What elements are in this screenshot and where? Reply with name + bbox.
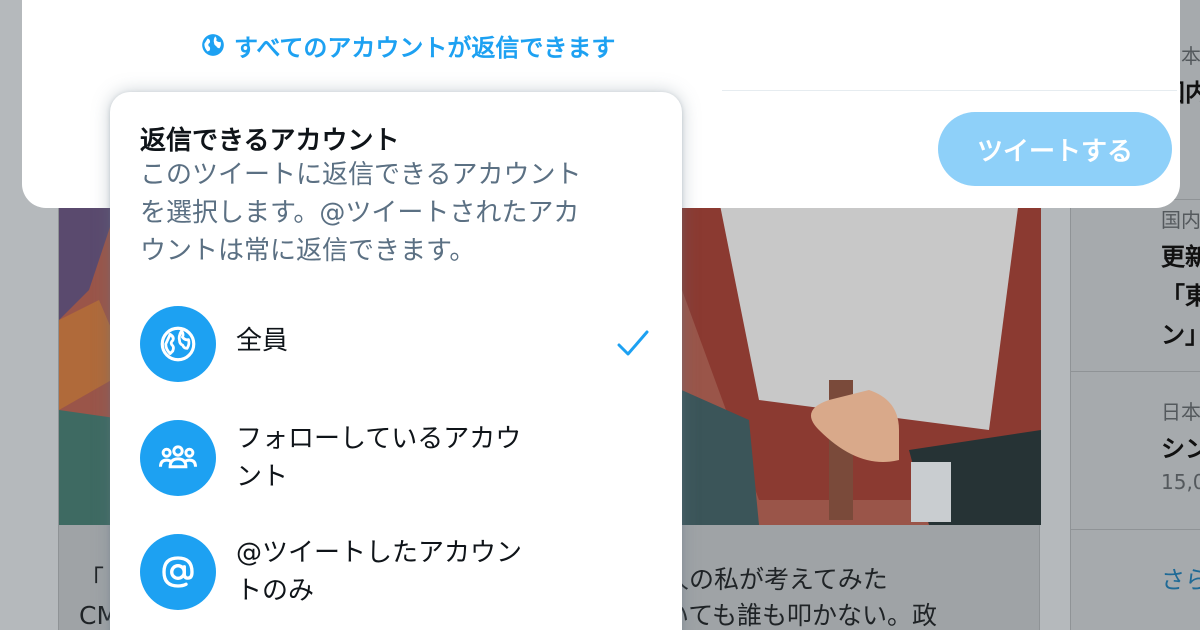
option-label-line: @ツイートしたアカウン	[236, 538, 523, 568]
tweet-button[interactable]: ツイートする	[938, 112, 1172, 186]
reply-option-following[interactable]: フォローしているアカウ ント	[110, 404, 682, 512]
description-line: このツイートに返信できるアカウント	[140, 160, 582, 190]
option-label-line: ント	[236, 462, 289, 492]
trend-item[interactable]: 国内 更新 「東 ン」	[1071, 204, 1200, 372]
feed-text-fragment: いても誰も叩かない。政	[664, 601, 938, 630]
option-label: フォローしているアカウ ント	[236, 420, 521, 496]
option-label: @ツイートしたアカウン トのみ	[236, 534, 522, 610]
description-line: を選択します。@ツイートされたアカ	[140, 198, 580, 228]
at-icon	[162, 556, 194, 588]
description-line: ウントは常に返信できます。	[140, 236, 476, 266]
trend-headline-line: 「東	[1161, 282, 1200, 310]
dropdown-description: このツイートに返信できるアカウント を選択します。@ツイートされたアカ ウントは…	[140, 156, 650, 270]
compose-divider	[722, 90, 1177, 91]
reply-option-everyone[interactable]: 全員	[110, 290, 682, 398]
option-icon-circle	[140, 420, 216, 496]
trend-headline: 更新	[1161, 243, 1200, 271]
trend-count: 15,0	[1161, 470, 1200, 494]
trend-item[interactable]: 日本 シン 15,0	[1071, 396, 1200, 530]
trend-meta: 国内	[1161, 208, 1200, 232]
reply-setting-label: すべてのアカウントが返信できます	[234, 33, 616, 62]
trend-headline: シン	[1161, 435, 1200, 463]
option-label-line: 全員	[236, 326, 289, 356]
trend-headline-line: ン」	[1161, 321, 1200, 349]
reply-options-dropdown: 返信できるアカウント このツイートに返信できるアカウント を選択します。@ツイー…	[110, 92, 682, 630]
option-label: 全員	[236, 322, 288, 360]
checkmark-icon	[617, 330, 649, 356]
trend-meta: 日本	[1161, 400, 1200, 424]
reply-option-mentioned[interactable]: @ツイートしたアカウン トのみ	[110, 518, 682, 626]
option-label-line: フォローしているアカウ	[236, 424, 522, 454]
globe-icon	[202, 34, 224, 56]
dropdown-title: 返信できるアカウント	[140, 126, 400, 156]
reply-setting-button[interactable]: すべてのアカウントが返信できます	[200, 30, 616, 62]
feed-text-fragment: 「	[79, 565, 105, 594]
people-icon	[159, 445, 197, 469]
show-more-link[interactable]: さら	[1161, 560, 1200, 595]
option-icon-circle	[140, 306, 216, 382]
option-icon-circle	[140, 534, 216, 610]
feed-text-fragment: 人の私が考えてみた	[664, 565, 888, 594]
option-label-line: トのみ	[236, 576, 315, 606]
globe-icon	[160, 326, 196, 362]
